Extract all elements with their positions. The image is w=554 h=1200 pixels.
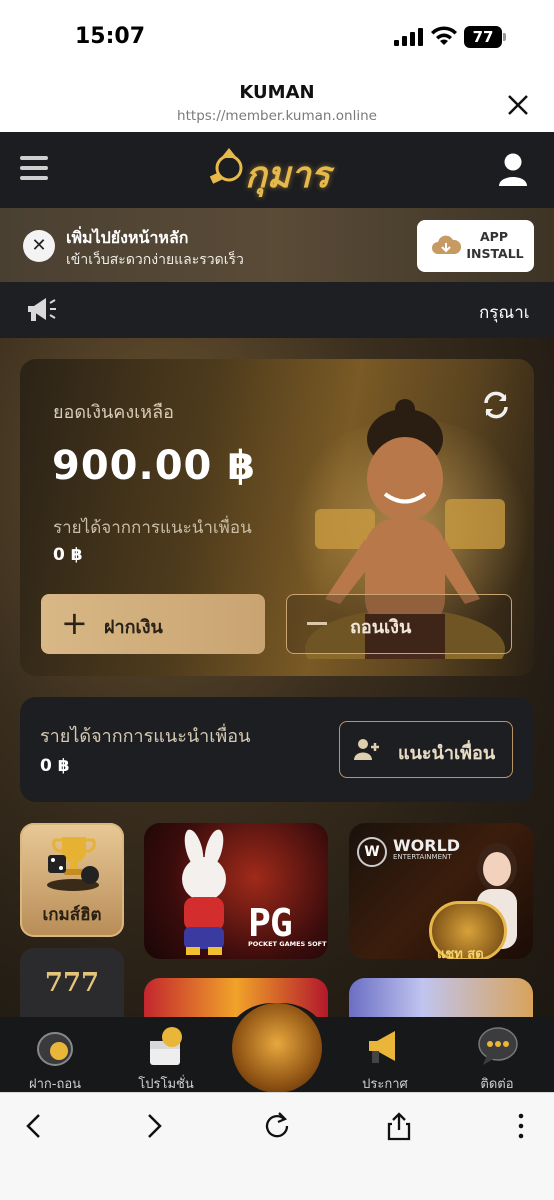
balance-amount: 900.00 ฿: [52, 443, 257, 489]
page-title: KUMAN: [239, 82, 315, 103]
marquee-text: กรุณาเ: [479, 303, 530, 323]
nav-contact-label: ติดต่อ: [480, 1077, 514, 1092]
megaphone-icon: [28, 298, 56, 321]
browser-toolbar: [0, 1092, 554, 1200]
forward-icon[interactable]: [139, 1111, 169, 1141]
referral-label: รายได้จากการแนะนำเพื่อน: [40, 726, 251, 747]
back-icon[interactable]: [19, 1111, 49, 1141]
game-tile-world-entertainment[interactable]: W WORLD ENTERTAINMENT แชท สด: [349, 823, 533, 959]
minus-icon: [307, 622, 327, 625]
refresh-icon[interactable]: [481, 390, 511, 420]
world-logo-icon: W: [357, 837, 387, 867]
site-logo[interactable]: กุมาร: [205, 142, 355, 198]
category-hit-games[interactable]: เกมส์ฮิต: [20, 823, 124, 937]
battery-level: 77: [464, 26, 502, 48]
chat-bubble-icon: [478, 1027, 518, 1065]
cloud-download-icon: [432, 235, 461, 254]
withdraw-button[interactable]: ถอนเงิน: [286, 594, 512, 654]
add-user-icon: [354, 739, 379, 760]
nav-announce[interactable]: ประกาศ: [330, 1017, 440, 1092]
install-label-1: APP: [480, 229, 508, 244]
page-url[interactable]: https://member.kuman.online: [0, 108, 554, 124]
banner-title: เพิ่มไปยังหน้าหลัก: [66, 228, 189, 247]
invite-friend-label: แนะนำเพื่อน: [398, 743, 496, 764]
wallet-referral-amount: 0 ฿: [53, 545, 83, 565]
pg-logo: PG: [248, 901, 293, 945]
nav-deposit-withdraw[interactable]: ฝาก-ถอน: [0, 1017, 110, 1092]
center-mascot-icon: [232, 1003, 322, 1093]
referral-amount: 0 ฿: [40, 756, 70, 776]
add-to-home-banner: ✕ เพิ่มไปยังหน้าหลัก เข้าเว็บสะดวกง่ายแล…: [0, 208, 554, 282]
battery-icon: 77: [464, 26, 506, 48]
rabbit-mascot-image: [182, 829, 226, 955]
live-chat-label: แชท สด: [437, 947, 484, 959]
deposit-label: ฝากเงิน: [104, 617, 163, 638]
wifi-icon: [431, 26, 457, 45]
logo-text: กุมาร: [245, 154, 331, 196]
status-bar: 15:07 77: [0, 0, 554, 70]
announcement-marquee: กรุณาเ: [0, 282, 554, 338]
gift-coin-icon: [150, 1027, 182, 1065]
category-slot-label: 777: [44, 968, 100, 998]
signal-icon: [394, 28, 423, 46]
wallet-referral-label: รายได้จากการแนะนำเพื่อน: [53, 518, 252, 538]
user-icon[interactable]: [498, 152, 528, 186]
hamburger-menu-icon[interactable]: [20, 156, 48, 182]
referral-card: รายได้จากการแนะนำเพื่อน 0 ฿ แนะนำเพื่อน: [20, 697, 534, 802]
pg-subtitle: POCKET GAMES SOFT: [248, 940, 327, 948]
invite-friend-button[interactable]: แนะนำเพื่อน: [339, 721, 513, 778]
nav-promotion-label: โปรโมชั่น: [138, 1077, 194, 1092]
nav-contact[interactable]: ติดต่อ: [442, 1017, 552, 1092]
close-icon[interactable]: [505, 92, 531, 118]
withdraw-label: ถอนเงิน: [350, 617, 412, 638]
share-icon[interactable]: [384, 1111, 414, 1141]
trophy-icon: [47, 837, 99, 891]
world-subtitle: ENTERTAINMENT: [393, 853, 452, 861]
wallet-card: ยอดเงินคงเหลือ 900.00 ฿ รายได้จากการแนะน…: [20, 359, 534, 676]
nav-announce-label: ประกาศ: [362, 1077, 408, 1092]
nav-deposit-withdraw-label: ฝาก-ถอน: [28, 1077, 82, 1092]
balance-label: ยอดเงินคงเหลือ: [53, 402, 174, 423]
banner-subtitle: เข้าเว็บสะดวกง่ายและรวดเร็ว: [66, 252, 244, 268]
wallet-coin-icon: [37, 1032, 73, 1066]
status-time: 15:07: [75, 24, 146, 49]
nav-center-button[interactable]: [222, 1003, 332, 1093]
app-install-button[interactable]: APP INSTALL: [417, 220, 534, 272]
game-tile-pg-soft[interactable]: PG POCKET GAMES SOFT: [144, 823, 328, 959]
site-header: กุมาร: [0, 132, 554, 208]
reload-icon[interactable]: [262, 1111, 292, 1141]
category-hit-label: เกมส์ฮิต: [42, 905, 102, 925]
megaphone-gold-icon: [369, 1031, 395, 1063]
install-label-2: INSTALL: [466, 246, 524, 261]
browser-address-bar: KUMAN https://member.kuman.online: [0, 70, 554, 132]
deposit-button[interactable]: + ฝากเงิน: [41, 594, 265, 654]
plus-icon: +: [61, 604, 88, 642]
banner-close-button[interactable]: ✕: [23, 230, 55, 262]
more-icon[interactable]: [506, 1111, 536, 1141]
nav-promotion[interactable]: โปรโมชั่น: [111, 1017, 221, 1092]
